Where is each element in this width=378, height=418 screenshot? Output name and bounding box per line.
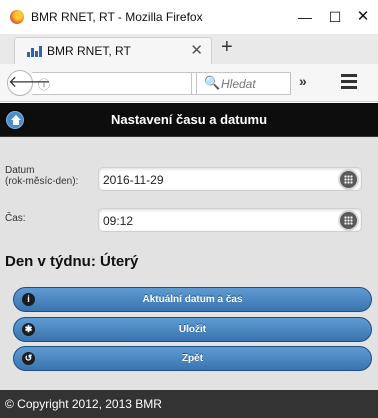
back-button[interactable]: 🡐	[7, 70, 51, 96]
overflow-menu-button[interactable]: »	[299, 73, 307, 89]
time-field[interactable]	[98, 208, 362, 232]
time-input[interactable]	[103, 213, 323, 228]
save-button[interactable]: ✱ Uložit	[13, 317, 372, 342]
tab-title: BMR RNET, RT	[47, 44, 131, 58]
date-field[interactable]	[98, 167, 362, 191]
back-arrow-icon: ↺	[22, 352, 35, 365]
site-favicon-icon	[27, 45, 42, 57]
page-header: Nastavení času a datumu	[0, 103, 378, 137]
tab-bmr-rnet[interactable]: BMR RNET, RT ✕	[14, 37, 212, 64]
date-label: Datum (rok-měsíc-den):	[5, 165, 78, 187]
page-footer: © Copyright 2012, 2013 BMR	[0, 390, 378, 418]
window-titlebar: BMR RNET, RT - Mozilla Firefox — ☐ ✕	[0, 0, 378, 34]
info-icon: i	[22, 293, 35, 306]
new-tab-button[interactable]: +	[221, 36, 233, 59]
hamburger-menu-icon[interactable]	[341, 74, 357, 90]
tab-close-icon[interactable]: ✕	[190, 41, 203, 59]
navigation-bar: ⓘ 🡐 C 🔍 »	[0, 64, 378, 102]
current-datetime-button[interactable]: i Aktuální datum a čas	[13, 287, 372, 312]
tab-strip: BMR RNET, RT ✕ +	[0, 34, 378, 64]
firefox-icon	[10, 10, 24, 24]
search-icon: 🔍	[204, 75, 221, 90]
time-label: Čas:	[5, 213, 26, 224]
close-window-button[interactable]: ✕	[341, 4, 378, 30]
current-datetime-label: Aktuální datum a čas	[142, 294, 243, 305]
window-title: BMR RNET, RT - Mozilla Firefox	[31, 10, 203, 24]
url-bar[interactable]: ⓘ	[32, 72, 192, 95]
copyright-text: © Copyright 2012, 2013 BMR	[5, 397, 162, 411]
day-of-week: Den v týdnu: Úterý	[5, 253, 139, 270]
back-page-button[interactable]: ↺ Zpět	[13, 346, 372, 371]
search-box[interactable]: 🔍	[196, 72, 291, 95]
time-picker-icon[interactable]	[340, 212, 357, 229]
date-input[interactable]	[103, 172, 323, 187]
page-content: Nastavení času a datumu Datum (rok-měsíc…	[0, 103, 378, 418]
save-label: Uložit	[178, 324, 207, 335]
date-label-line1: Datum	[5, 165, 35, 176]
date-picker-icon[interactable]	[340, 171, 357, 188]
page-title: Nastavení času a datumu	[110, 112, 268, 127]
search-input[interactable]	[221, 75, 287, 93]
gear-icon: ✱	[22, 323, 35, 336]
date-label-line2: (rok-měsíc-den):	[5, 176, 79, 187]
back-page-label: Zpět	[181, 353, 204, 364]
